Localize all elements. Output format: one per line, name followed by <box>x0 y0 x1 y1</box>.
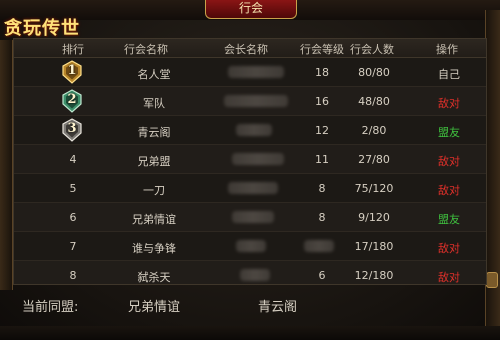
table-row[interactable]: 5 一刀 8 75/120 敌对 <box>14 174 486 203</box>
guild-window: 行会 贪玩传世 排行 行会名称 会长名称 行会等级 行会人数 操作 1 名人堂 … <box>0 0 500 340</box>
rank-number: 3 <box>67 121 77 136</box>
member-count: 2/80 <box>361 124 387 137</box>
table-row[interactable]: 6 兄弟情谊 8 9/120 盟友 <box>14 203 486 232</box>
alliance-footer: 当前同盟: 兄弟情谊 青云阁 <box>0 286 486 326</box>
scroll-knob[interactable] <box>486 272 498 288</box>
guild-level: 12 <box>315 124 329 137</box>
relation-label: 自己 <box>438 68 460 81</box>
table-header: 排行 行会名称 会长名称 行会等级 行会人数 操作 <box>14 39 486 58</box>
rank-number: 5 <box>69 182 77 195</box>
rank-number: 4 <box>69 153 77 166</box>
guild-name: 弑杀天 <box>137 271 171 284</box>
guild-ranking-table: 排行 行会名称 会长名称 行会等级 行会人数 操作 1 名人堂 18 80/80… <box>13 38 487 285</box>
leader-name-redacted <box>232 153 284 165</box>
member-count: 27/80 <box>358 153 390 166</box>
relation-enemy-button[interactable]: 敌对 <box>426 153 472 169</box>
table-row[interactable]: 7 谁与争锋 17/180 敌对 <box>14 232 486 261</box>
window-title: 行会 <box>205 0 297 19</box>
guild-name: 兄弟盟 <box>137 155 171 168</box>
member-count: 17/180 <box>354 240 394 253</box>
leader-name-redacted <box>228 66 284 78</box>
relation-enemy-button[interactable]: 敌对 <box>426 182 472 198</box>
leader-name-redacted <box>224 95 288 107</box>
relation-ally-button[interactable]: 盟友 <box>426 124 472 140</box>
rank-number: 1 <box>67 63 77 78</box>
relation-enemy-button[interactable]: 敌对 <box>426 240 472 256</box>
current-alliance-label: 当前同盟: <box>22 300 79 315</box>
rank-number: 7 <box>69 240 77 253</box>
guild-level: 6 <box>318 269 326 282</box>
relation-ally-button[interactable]: 盟友 <box>426 211 472 227</box>
relation-enemy-button[interactable]: 敌对 <box>426 269 472 284</box>
green-rank-medal-icon: 2 <box>60 89 84 113</box>
leader-name-redacted <box>240 269 270 281</box>
header-rank: 排行 <box>62 43 84 56</box>
leader-name-redacted <box>236 124 272 136</box>
header-member-count: 行会人数 <box>350 43 394 56</box>
guild-name: 军队 <box>143 97 165 110</box>
leader-name-redacted <box>236 240 266 252</box>
guild-name: 一刀 <box>143 184 165 197</box>
guild-level-redacted <box>304 240 334 252</box>
member-count: 9/120 <box>358 211 390 224</box>
left-frame-ornament <box>0 40 13 290</box>
guild-level: 16 <box>315 95 329 108</box>
table-row[interactable]: 3 青云阁 12 2/80 盟友 <box>14 116 486 145</box>
right-frame-ornament <box>485 10 500 340</box>
rank-number: 6 <box>69 211 77 224</box>
table-row[interactable]: 2 军队 16 48/80 敌对 <box>14 87 486 116</box>
guild-name: 谁与争锋 <box>132 242 176 255</box>
guild-level: 8 <box>318 182 326 195</box>
table-row[interactable]: 4 兄弟盟 11 27/80 敌对 <box>14 145 486 174</box>
header-action: 操作 <box>436 43 458 56</box>
table-row[interactable]: 1 名人堂 18 80/80 自己 <box>14 58 486 87</box>
gold-rank-medal-icon: 1 <box>60 60 84 84</box>
header-guild-level: 行会等级 <box>300 43 344 56</box>
bottom-band <box>0 326 500 340</box>
guild-level: 11 <box>315 153 329 166</box>
guild-name: 青云阁 <box>137 126 171 139</box>
header-guild-name: 行会名称 <box>124 43 168 56</box>
alliance-name: 兄弟情谊 <box>128 300 181 315</box>
header-leader-name: 会长名称 <box>224 43 268 56</box>
member-count: 80/80 <box>358 66 390 79</box>
guild-name: 名人堂 <box>137 68 171 81</box>
member-count: 75/120 <box>354 182 394 195</box>
guild-level: 8 <box>318 211 326 224</box>
silver-rank-medal-icon: 3 <box>60 118 84 142</box>
leader-name-redacted <box>228 182 278 194</box>
alliance-name: 青云阁 <box>258 300 298 315</box>
member-count: 48/80 <box>358 95 390 108</box>
rank-number: 2 <box>67 92 77 107</box>
table-row[interactable]: 8 弑杀天 6 12/180 敌对 <box>14 261 486 284</box>
member-count: 12/180 <box>354 269 394 282</box>
rank-number: 8 <box>69 269 77 282</box>
guild-level: 18 <box>315 66 329 79</box>
relation-enemy-button[interactable]: 敌对 <box>426 95 472 111</box>
guild-name: 兄弟情谊 <box>132 213 176 226</box>
leader-name-redacted <box>232 211 274 223</box>
